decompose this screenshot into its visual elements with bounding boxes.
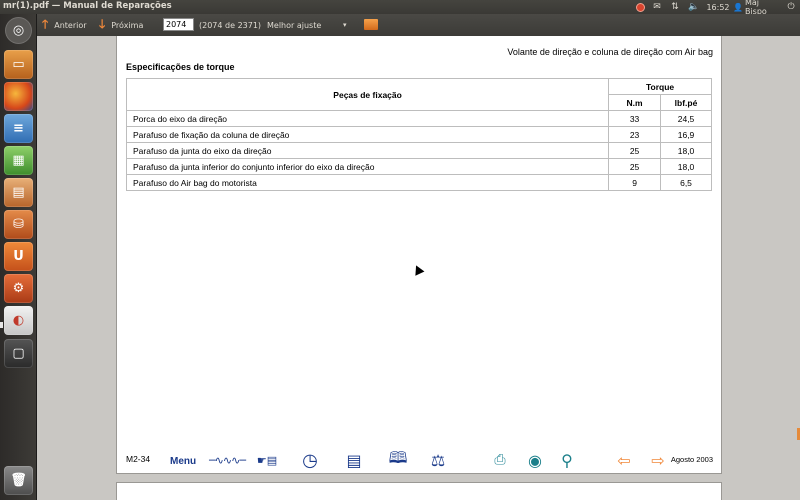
cell-lbf: 18,0 <box>660 158 712 175</box>
user-icon: 👤 <box>733 2 743 12</box>
back-arrow-icon[interactable]: ⇦ <box>613 448 635 472</box>
mouse-cursor-icon <box>411 263 425 276</box>
mail-icon[interactable]: ✉ <box>651 1 663 13</box>
document-area[interactable]: Volante de direção e coluna de direção c… <box>37 36 800 500</box>
table-row: Parafuso do Air bag do motorista 9 6,5 <box>125 174 712 191</box>
cell-nm: 25 <box>608 142 662 159</box>
table-row: Parafuso de fixação da coluna de direção… <box>125 126 712 143</box>
header-nm: N.m <box>608 94 662 111</box>
next-page-button[interactable]: 🡓 Próxima <box>99 17 144 32</box>
previous-page-button[interactable]: 🡑 Anterior <box>42 17 87 32</box>
network-icon[interactable]: ⇅ <box>669 1 681 13</box>
cell-lbf: 24,5 <box>660 110 712 127</box>
cell-nm: 33 <box>608 110 662 127</box>
pdf-page: Volante de direção e coluna de direção c… <box>116 36 722 474</box>
zoom-select[interactable]: Melhor ajuste <box>267 18 321 32</box>
open-folder-icon[interactable] <box>364 17 378 31</box>
arrow-up-icon: 🡑 <box>42 16 49 31</box>
document-viewer-icon[interactable]: ◐ <box>4 306 33 335</box>
forward-arrow-icon[interactable]: ⇨ <box>647 448 669 472</box>
cell-lbf: 16,9 <box>660 126 712 143</box>
page-code: M2-34 <box>126 454 151 464</box>
writer-icon[interactable]: ≡ <box>4 114 33 143</box>
cell-part: Porca do eixo da direção <box>125 110 610 127</box>
cell-nm: 23 <box>608 126 662 143</box>
section-title: Especificações de torque <box>126 62 235 72</box>
pages-icon[interactable]: ▤ <box>343 448 365 472</box>
cell-lbf: 6,5 <box>660 174 712 191</box>
page-count: (2074 de 2371) <box>199 20 262 30</box>
next-pdf-page <box>116 482 722 500</box>
dropdown-arrow-icon[interactable]: ▾ <box>343 18 347 32</box>
window-title: mr(1).pdf — Manual de Reparações <box>3 1 172 11</box>
dash-home-icon[interactable]: ◎ <box>5 17 32 44</box>
menu-link[interactable]: Menu <box>170 456 196 467</box>
car-lift-icon[interactable]: ⚖ <box>423 448 453 472</box>
table-row: Parafuso da junta inferior do conjunto i… <box>125 158 712 175</box>
pointer-hand-icon[interactable]: ☛▤ <box>253 448 281 472</box>
cell-part: Parafuso do Air bag do motorista <box>125 174 610 191</box>
clock[interactable]: 16:52 <box>705 1 731 13</box>
volume-icon[interactable]: 🔈 <box>688 1 700 13</box>
cell-nm: 9 <box>608 174 662 191</box>
header-lbf: lbf.pé <box>660 94 712 111</box>
launcher: ◎ ▭ ≡ ▦ ▤ ⛁ U ⚙ ◐ ▢ 🗑 <box>0 14 37 500</box>
ubuntu-one-icon[interactable]: U <box>4 242 33 271</box>
toolbar: 🡑 Anterior 🡓 Próxima (2074 de 2371) Melh… <box>37 14 800 36</box>
cell-lbf: 18,0 <box>660 142 712 159</box>
cell-part: Parafuso da junta do eixo da direção <box>125 142 610 159</box>
torque-table: Peças de fixação Torque N.m lbf.pé Porca… <box>125 78 712 191</box>
page-header: Volante de direção e coluna de direção c… <box>507 47 713 57</box>
record-indicator-icon[interactable] <box>634 1 646 13</box>
impress-icon[interactable]: ▤ <box>4 178 33 207</box>
user-menu[interactable]: 👤 Maj Bispo <box>733 0 779 16</box>
workspace-icon[interactable]: ▢ <box>4 339 33 368</box>
cell-part: Parafuso da junta inferior do conjunto i… <box>125 158 610 175</box>
trash-icon[interactable]: 🗑 <box>4 466 33 495</box>
book-icon[interactable]: 🕮 <box>385 448 411 472</box>
files-icon[interactable]: ▭ <box>4 50 33 79</box>
previous-label: Anterior <box>54 20 87 30</box>
document-date: Agosto 2003 <box>670 455 713 464</box>
arrow-down-icon: 🡓 <box>99 16 106 31</box>
power-icon[interactable]: ⏻ <box>785 1 797 13</box>
calc-icon[interactable]: ▦ <box>4 146 33 175</box>
firefox-icon[interactable] <box>4 82 33 111</box>
table-row: Parafuso da junta do eixo da direção 25 … <box>125 142 712 159</box>
eye-icon[interactable]: ◉ <box>522 448 548 472</box>
print-icon[interactable]: ⎙ <box>489 448 511 472</box>
cell-part: Parafuso de fixação da coluna de direção <box>125 126 610 143</box>
next-label: Próxima <box>111 20 144 30</box>
clock-icon[interactable]: ◷ <box>297 448 323 472</box>
circuit-icon[interactable]: ─∿∿∿─ <box>209 448 246 472</box>
cell-nm: 25 <box>608 158 662 175</box>
top-panel: mr(1).pdf — Manual de Reparações ✉ ⇅ 🔈 1… <box>0 0 800 16</box>
header-torque: Torque <box>608 78 712 95</box>
active-app-indicator <box>0 322 3 328</box>
header-parts: Peças de fixação <box>125 78 610 111</box>
software-center-icon[interactable]: ⛁ <box>4 210 33 239</box>
page-number-input[interactable] <box>163 18 194 31</box>
search-icon[interactable]: ⚲ <box>559 448 575 472</box>
system-settings-icon[interactable]: ⚙ <box>4 274 33 303</box>
table-row: Porca do eixo da direção 33 24,5 <box>125 110 712 127</box>
